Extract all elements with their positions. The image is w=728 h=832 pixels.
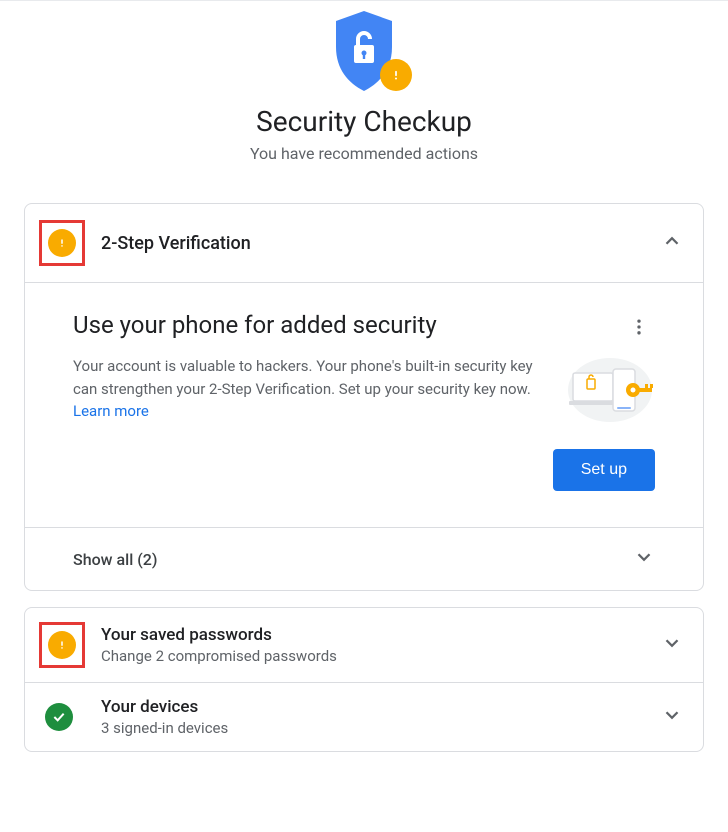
your-devices-row[interactable]: Your devices 3 signed-in devices xyxy=(25,683,703,751)
two-step-header[interactable]: 2-Step Verification xyxy=(25,204,703,282)
chevron-down-icon xyxy=(633,546,655,572)
devices-illustration xyxy=(565,355,655,425)
chevron-down-icon xyxy=(661,632,683,658)
content-text: Your account is valuable to hackers. You… xyxy=(73,355,541,425)
two-step-card: 2-Step Verification Use your phone for a… xyxy=(24,203,704,591)
chevron-down-icon xyxy=(661,704,683,730)
highlight-box xyxy=(39,220,85,266)
show-all-label: Show all (2) xyxy=(73,550,158,569)
chevron-up-icon xyxy=(661,230,683,256)
two-step-content: Use your phone for added security Your a… xyxy=(25,283,703,527)
page-subtitle: You have recommended actions xyxy=(0,144,728,163)
page-header: Security Checkup You have recommended ac… xyxy=(0,0,728,183)
check-icon xyxy=(45,703,73,731)
warning-icon xyxy=(48,631,76,659)
show-all-button[interactable]: Show all (2) xyxy=(25,528,703,590)
learn-more-link[interactable]: Learn more xyxy=(73,402,149,420)
your-devices-title: Your devices xyxy=(101,697,661,717)
saved-passwords-sub: Change 2 compromised passwords xyxy=(101,647,661,665)
warning-icon xyxy=(48,229,76,257)
shield-icon-wrap xyxy=(330,11,398,95)
highlight-box xyxy=(39,622,85,668)
saved-passwords-row[interactable]: Your saved passwords Change 2 compromise… xyxy=(25,608,703,682)
other-sections-card: Your saved passwords Change 2 compromise… xyxy=(24,607,704,752)
content-title: Use your phone for added security xyxy=(73,311,437,339)
kebab-icon[interactable] xyxy=(623,311,655,347)
your-devices-sub: 3 signed-in devices xyxy=(101,719,661,737)
saved-passwords-title: Your saved passwords xyxy=(101,625,661,645)
warning-badge-icon xyxy=(380,59,412,91)
two-step-title: 2-Step Verification xyxy=(101,233,661,254)
page-title: Security Checkup xyxy=(0,105,728,138)
setup-button[interactable]: Set up xyxy=(553,449,655,491)
